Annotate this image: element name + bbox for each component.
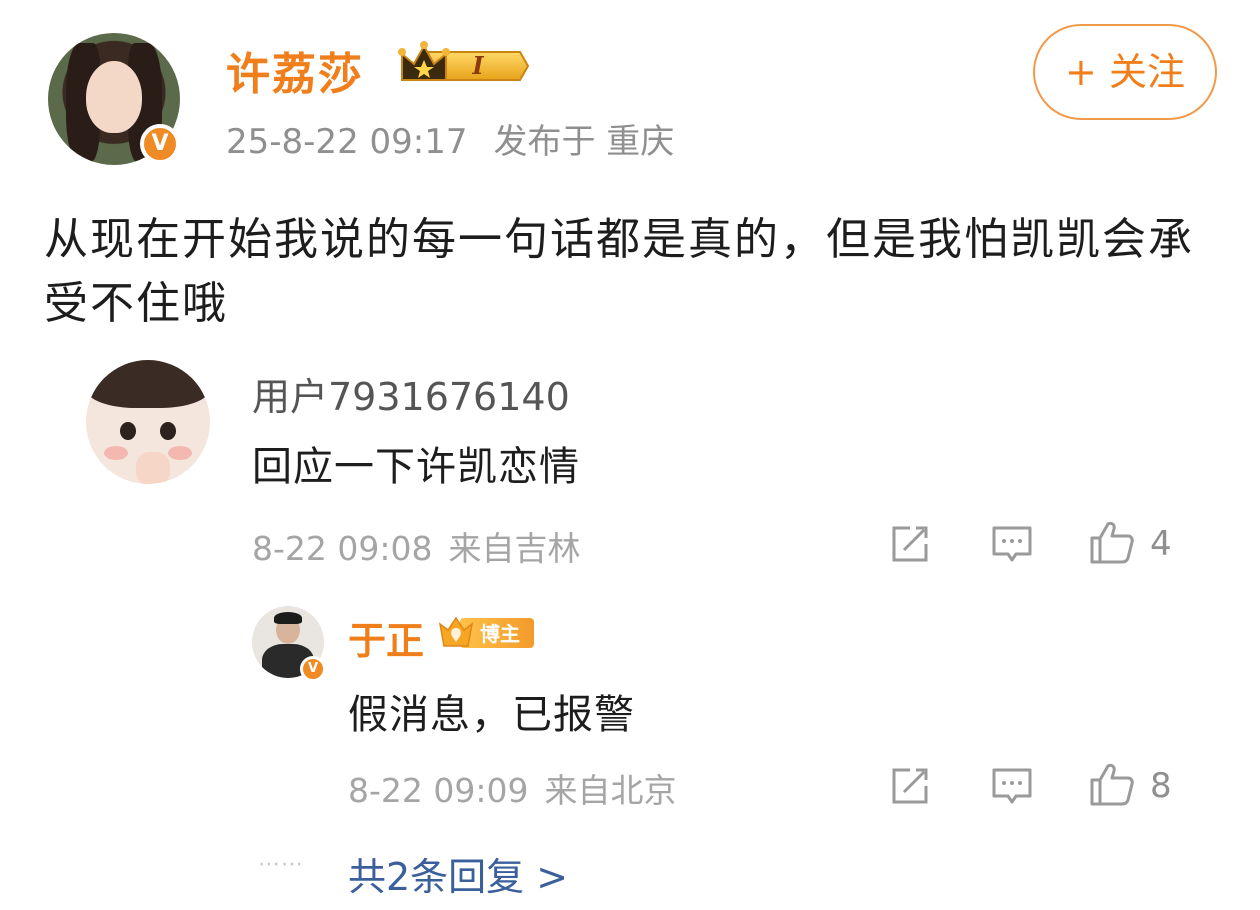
more-replies-dots: ⋯⋯: [258, 852, 304, 877]
commenter-name[interactable]: 用户7931676140: [252, 366, 570, 421]
more-replies-link[interactable]: 共2条回复 >: [348, 846, 568, 901]
replier-verified-icon: V: [300, 656, 326, 682]
weibo-post-page: V 许荔莎 I 25-8-22 09:17 发布于 重庆 + 关注 从现在开始我说…: [0, 0, 1260, 910]
reply-time: 8-22 09:09: [348, 771, 529, 810]
reply-meta: 8-22 09:09 来自北京: [348, 764, 693, 812]
thumb-up-icon[interactable]: [1088, 518, 1136, 566]
replier-name[interactable]: 于正: [348, 610, 424, 665]
crown-level-icon: I: [398, 41, 530, 81]
commenter-avatar[interactable]: [86, 360, 210, 484]
repost-icon[interactable]: [888, 764, 932, 808]
blogger-badge-icon: 博主: [438, 616, 534, 648]
comment-text: 回应一下许凯恋情: [252, 444, 580, 490]
comment-time: 8-22 09:08: [252, 529, 433, 568]
post-meta: 25-8-22 09:17 发布于 重庆: [226, 114, 700, 163]
verified-icon: V: [140, 124, 180, 164]
comment-meta: 8-22 09:08 来自吉林: [252, 522, 597, 570]
author-name[interactable]: 许荔莎: [226, 38, 364, 102]
comment-location: 来自吉林: [448, 529, 581, 568]
comment-icon[interactable]: [990, 522, 1034, 566]
thumb-up-icon[interactable]: [1088, 760, 1136, 808]
post-location: 发布于 重庆: [493, 122, 675, 162]
reply-location: 来自北京: [544, 771, 677, 810]
reply-text: 假消息，已报警: [348, 692, 635, 738]
comment-icon[interactable]: [990, 764, 1034, 808]
level-badge-label: I: [471, 51, 484, 80]
reply-like-count: 8: [1150, 766, 1172, 806]
follow-button[interactable]: + 关注: [1033, 24, 1217, 120]
post-time: 25-8-22 09:17: [226, 122, 468, 162]
post-body: 从现在开始我说的每一句话都是真的，但是我怕凯凯会承受不住哦: [44, 214, 1194, 329]
blogger-badge-label: 博主: [480, 622, 520, 646]
repost-icon[interactable]: [888, 522, 932, 566]
comment-like-count: 4: [1150, 524, 1172, 564]
